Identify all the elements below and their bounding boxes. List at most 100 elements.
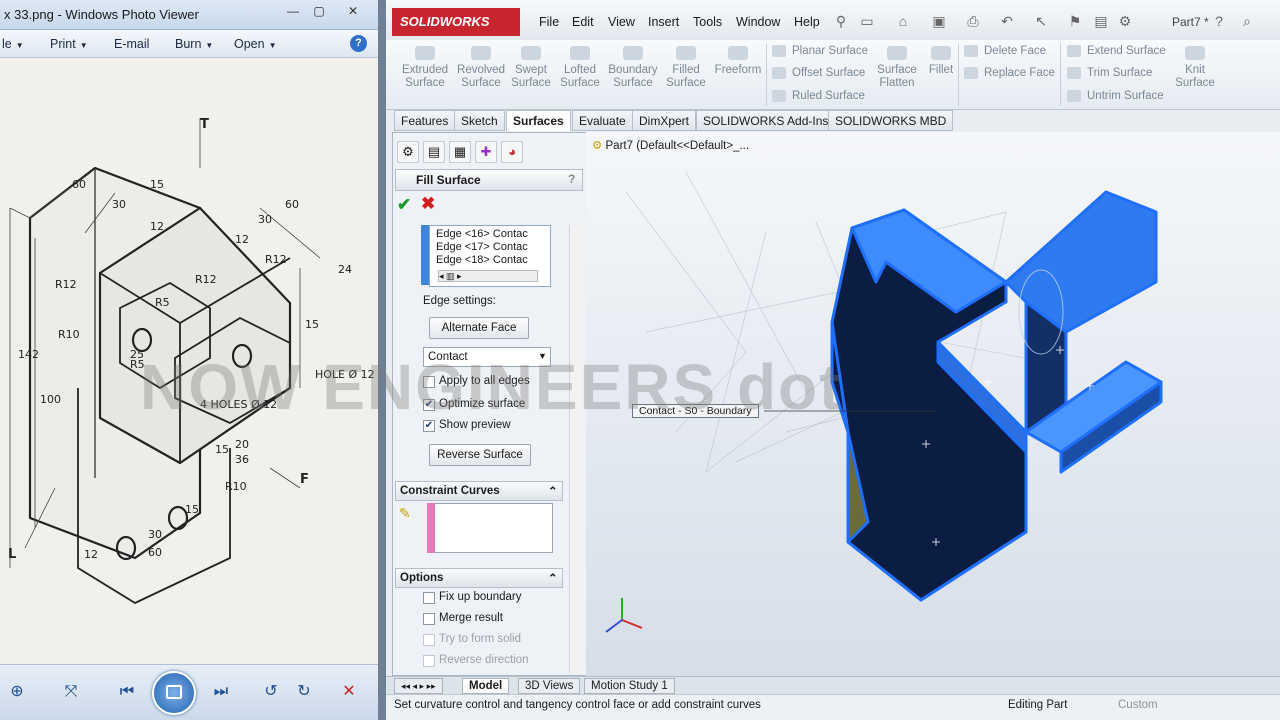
tab-evaluate[interactable]: Evaluate	[572, 110, 633, 131]
pin-icon[interactable]: ⚲	[832, 12, 850, 30]
command-manager: Extruded Surface Revolved Surface Swept …	[386, 40, 1280, 110]
constraint-curves-header[interactable]: Constraint Curves ⌃	[395, 481, 563, 501]
menu-view[interactable]: View	[608, 15, 635, 29]
freeform-button[interactable]: Freeform	[712, 46, 764, 104]
menu-help[interactable]: Help	[794, 15, 820, 29]
boundary-surface-button[interactable]: Boundary Surface	[606, 46, 660, 104]
reverse-surface-button[interactable]: Reverse Surface	[429, 444, 531, 466]
fill-surface-title: Fill Surface	[416, 173, 481, 187]
constraint-curves-list[interactable]	[427, 503, 553, 553]
ruled-surface-button[interactable]: Ruled Surface	[772, 90, 865, 102]
configuration-icon[interactable]: ▦	[449, 141, 471, 163]
tab-surfaces[interactable]: Surfaces	[506, 110, 571, 131]
extruded-surface-icon	[415, 46, 435, 60]
fillet-button[interactable]: Fillet	[924, 46, 958, 104]
property-manager-icon[interactable]: ▤	[423, 141, 445, 163]
save-icon[interactable]: ▣	[930, 12, 948, 30]
collapse-icon: ⌃	[548, 573, 558, 585]
undo-icon[interactable]: ↶	[998, 12, 1016, 30]
surface-flatten-button[interactable]: Surface Flatten	[874, 46, 920, 104]
list-item[interactable]: Edge <18> Contac	[436, 254, 528, 266]
revolved-surface-button[interactable]: Revolved Surface	[454, 46, 508, 104]
zoom-icon[interactable]: ⊕	[4, 679, 30, 705]
photo-viewer-toolbar: ⊕ ⤧ ⏮ ⏭ ↺ ↻ ✕	[0, 664, 381, 720]
slideshow-button[interactable]	[152, 671, 196, 715]
tab-addins[interactable]: SOLIDWORKS Add-Ins	[696, 110, 836, 131]
fill-surface-header: Fill Surface ?	[395, 169, 583, 191]
offset-surface-button[interactable]: Offset Surface	[772, 67, 865, 79]
extruded-surface-button[interactable]: Extruded Surface	[398, 46, 452, 104]
panel-scrollbar[interactable]	[569, 225, 582, 673]
previous-icon[interactable]: ⏮	[114, 679, 140, 705]
delete-icon[interactable]: ✕	[336, 679, 362, 705]
filled-surface-button[interactable]: Filled Surface	[664, 46, 708, 104]
tab-mbd[interactable]: SOLIDWORKS MBD	[828, 110, 954, 131]
extend-surface-icon	[1067, 45, 1081, 57]
print-icon[interactable]: ⎙	[964, 12, 982, 30]
search-icon[interactable]: ⌕	[1238, 12, 1256, 30]
menu-burn[interactable]: Burn ▼	[175, 37, 213, 51]
swept-surface-button[interactable]: Swept Surface	[510, 46, 552, 104]
dimxpert-icon[interactable]: ✚	[475, 141, 497, 163]
menu-edit[interactable]: Edit	[572, 15, 594, 29]
knit-surface-button[interactable]: Knit Surface	[1174, 46, 1216, 104]
extend-surface-button[interactable]: Extend Surface	[1067, 45, 1166, 57]
menu-file[interactable]: File	[539, 15, 559, 29]
menu-print[interactable]: Print ▼	[50, 37, 88, 51]
lofted-surface-button[interactable]: Lofted Surface	[556, 46, 604, 104]
planar-surface-button[interactable]: Planar Surface	[772, 45, 868, 57]
separator	[958, 44, 959, 106]
document-tabs: ◂◂ ◂ ▸ ▸▸ Model 3D Views Motion Study 1	[386, 676, 1280, 694]
new-icon[interactable]: ▭	[858, 12, 876, 30]
menu-email[interactable]: E-mail	[114, 37, 149, 51]
list-item[interactable]: Edge <17> Contac	[436, 241, 528, 253]
tab-motion-study[interactable]: Motion Study 1	[584, 678, 675, 694]
display-manager-icon[interactable]: ◕	[501, 141, 523, 163]
options-icon[interactable]: ⚙	[1116, 12, 1134, 30]
tab-features[interactable]: Features	[394, 110, 456, 131]
untrim-surface-button[interactable]: Untrim Surface	[1067, 90, 1164, 102]
help-icon[interactable]: ?	[350, 35, 367, 52]
menu-insert[interactable]: Insert	[648, 15, 679, 29]
boundary-edge-list[interactable]: Edge <16> Contac Edge <17> Contac Edge <…	[429, 225, 551, 287]
help-icon[interactable]: ?	[1210, 12, 1228, 30]
help-icon[interactable]: ?	[568, 172, 575, 186]
maximize-button[interactable]: ▢	[306, 3, 332, 21]
delete-face-button[interactable]: Delete Face	[964, 45, 1046, 57]
file-properties-icon[interactable]: ▤	[1092, 12, 1110, 30]
tab-dimxpert[interactable]: DimXpert	[632, 110, 697, 131]
tab-sketch[interactable]: Sketch	[454, 110, 505, 131]
menu-open[interactable]: Open ▼	[234, 37, 277, 51]
status-units[interactable]: Custom	[1118, 699, 1158, 711]
replace-face-button[interactable]: Replace Face	[964, 67, 1055, 79]
rotate-right-icon[interactable]: ↻	[291, 679, 317, 705]
close-button[interactable]: ✕	[340, 3, 366, 21]
next-icon[interactable]: ⏭	[208, 679, 234, 705]
dim-60c: 60	[148, 546, 162, 559]
tab-scroll-buttons[interactable]: ◂◂ ◂ ▸ ▸▸	[394, 678, 443, 694]
list-item[interactable]: Edge <16> Contac	[436, 228, 528, 240]
menu-tools[interactable]: Tools	[693, 15, 722, 29]
actual-size-icon[interactable]: ⤧	[58, 679, 84, 705]
minimize-button[interactable]: —	[280, 3, 306, 21]
trim-surface-button[interactable]: Trim Surface	[1067, 67, 1152, 79]
horizontal-scrollbar[interactable]: ◂ ▥ ▸	[438, 270, 538, 282]
cancel-button[interactable]: ✖	[421, 194, 435, 214]
ok-button[interactable]: ✔	[397, 195, 411, 215]
options-header[interactable]: Options ⌃	[395, 568, 563, 588]
tab-model[interactable]: Model	[462, 678, 510, 694]
dim-36: 36	[235, 453, 249, 466]
feature-tree-icon[interactable]: ⚙	[397, 141, 419, 163]
edge-settings-label: Edge settings:	[423, 295, 496, 307]
alternate-face-button[interactable]: Alternate Face	[429, 317, 529, 339]
tab-3d-views[interactable]: 3D Views	[518, 678, 581, 694]
menu-file[interactable]: le ▼	[2, 37, 24, 51]
select-icon[interactable]: ↖	[1032, 12, 1050, 30]
open-icon[interactable]: ⌂	[894, 12, 912, 30]
menu-window[interactable]: Window	[736, 15, 780, 29]
replace-face-icon	[964, 67, 978, 79]
photo-viewer-titlebar: x 33.png - Windows Photo Viewer — ▢ ✕	[0, 0, 381, 30]
command-manager-tabs: Features Sketch Surfaces Evaluate DimXpe…	[390, 110, 990, 132]
rebuild-icon[interactable]: ⚑	[1066, 12, 1084, 30]
rotate-left-icon[interactable]: ↺	[258, 679, 284, 705]
